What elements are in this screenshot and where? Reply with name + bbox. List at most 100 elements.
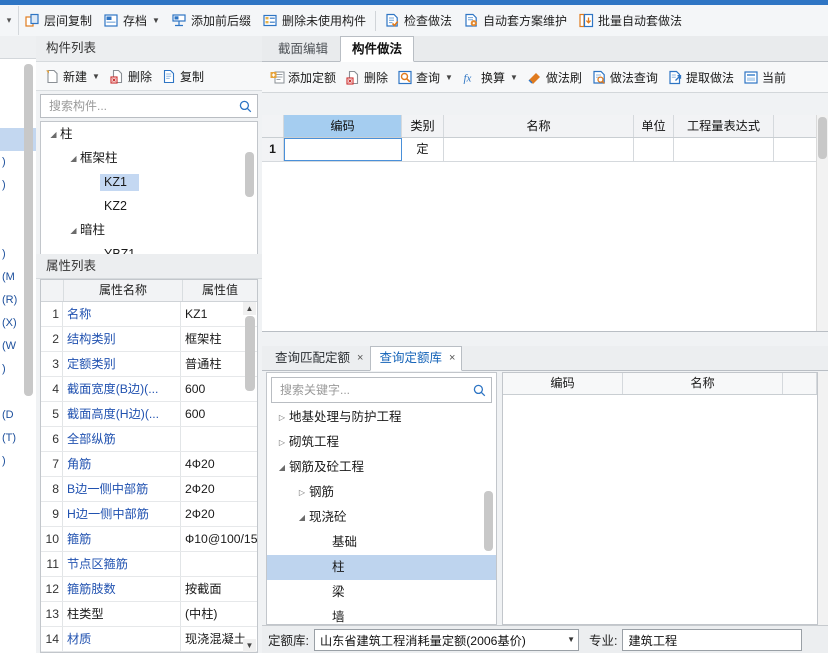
ribbon-button-add-prefix-suffix[interactable]: 添加前后缀 [166, 6, 257, 35]
component-search-input[interactable] [47, 96, 238, 116]
property-row[interactable]: 8 B边一侧中部筋 2Ф20 [41, 477, 257, 502]
tree-node[interactable]: ◢ 框架柱 [41, 146, 257, 170]
ribbon-overflow-caret[interactable]: ▾ [0, 6, 19, 35]
expander-open-icon[interactable]: ◢ [275, 455, 289, 480]
current-component-button[interactable]: 当前 [739, 65, 791, 89]
quota-result-header-name[interactable]: 名称 [623, 373, 783, 394]
method-header-unit[interactable]: 单位 [634, 115, 674, 137]
property-row[interactable]: 1 名称 KZ1 [41, 302, 257, 327]
delete-method-button[interactable]: 删除 [341, 65, 393, 89]
left-clipped-row[interactable]: ) [0, 450, 36, 473]
quota-tree-node-wall[interactable]: 墙 [267, 605, 496, 624]
expander-closed-icon[interactable]: ▷ [275, 405, 289, 430]
property-row[interactable]: 4 截面宽度(B边)(... 600 [41, 377, 257, 402]
add-quota-button[interactable]: 添加定额 [265, 65, 341, 89]
ribbon-button-archive[interactable]: 存档 ▼ [98, 6, 166, 35]
quota-search-input[interactable] [278, 382, 472, 398]
profession-combo[interactable]: 建筑工程 [622, 628, 803, 651]
property-row[interactable]: 11 节点区箍筋 [41, 552, 257, 577]
quota-search-box[interactable] [271, 377, 492, 403]
quota-result-grid[interactable]: 编码 名称 [502, 372, 818, 625]
quota-tree-node[interactable]: ▷ 砌筑工程 [267, 430, 496, 455]
new-component-button[interactable]: 新建 ▼ [40, 64, 105, 88]
property-row-value[interactable]: Ф10@100/150 [181, 527, 257, 551]
tab-query-matched-quota[interactable]: 查询匹配定额 × [266, 346, 370, 370]
method-row-expression-cell[interactable] [674, 138, 774, 161]
expander-closed-icon[interactable]: ▷ [295, 480, 309, 505]
property-row[interactable]: 14 材质 现浇混凝土 [41, 627, 257, 652]
component-tree-scrollbar[interactable] [245, 152, 254, 197]
quota-tree-node[interactable]: ▷ 地基处理与防护工程 [267, 405, 496, 430]
property-row[interactable]: 9 H边一侧中部筋 2Ф20 [41, 502, 257, 527]
copy-component-button[interactable]: 复制 [157, 64, 209, 88]
chevron-down-icon[interactable]: ▼ [510, 73, 518, 82]
property-row-value[interactable]: 按截面 [181, 577, 257, 601]
property-row[interactable]: 7 角筋 4Ф20 [41, 452, 257, 477]
quota-tree-node-beam[interactable]: 梁 [267, 580, 496, 605]
property-row-value[interactable]: (中柱) [181, 602, 257, 626]
tree-node[interactable]: ◢ 柱 [41, 122, 257, 146]
tree-node[interactable]: ◢ 暗柱 [41, 218, 257, 242]
property-row[interactable]: 10 箍筋 Ф10@100/150 [41, 527, 257, 552]
convert-button[interactable]: fx 换算 ▼ [458, 65, 523, 89]
tree-node-kz2[interactable]: KZ2 [41, 194, 257, 218]
component-search-box[interactable] [40, 94, 258, 118]
property-row-value[interactable]: 2Ф20 [181, 477, 257, 501]
expander-closed-icon[interactable]: ▷ [275, 430, 289, 455]
definition-lib-combo[interactable]: 山东省建筑工程消耗量定额(2006基价) ▼ [313, 628, 579, 651]
method-row-unit-cell[interactable] [634, 138, 674, 161]
property-grid[interactable]: 属性名称 属性值 1 名称 KZ1 2 结构类别 框架柱 3 定额类别 普通柱 … [40, 279, 258, 653]
method-row-name-cell[interactable] [444, 138, 634, 161]
tab-query-quota-library[interactable]: 查询定额库 × [370, 346, 463, 371]
quota-tree-node[interactable]: ▷ 钢筋 [267, 480, 496, 505]
extract-method-button[interactable]: 提取做法 [663, 65, 739, 89]
property-row[interactable]: 3 定额类别 普通柱 [41, 352, 257, 377]
ribbon-button-auto-scheme-maintenance[interactable]: 自动套方案维护 [458, 6, 573, 35]
method-grid[interactable]: 编码 类别 名称 单位 工程量表达式 1 定 [262, 115, 828, 332]
property-row-value[interactable] [181, 552, 257, 576]
quota-tree-node[interactable]: ◢ 现浇砼 [267, 505, 496, 530]
quota-tree-node-foundation[interactable]: 基础 [267, 530, 496, 555]
tree-node-kz1[interactable]: KZ1 [41, 170, 257, 194]
query-button[interactable]: 查询 ▼ [393, 65, 458, 89]
method-row-kind-cell[interactable]: 定 [402, 138, 444, 161]
property-row-value[interactable]: 600 [181, 402, 257, 426]
left-clipped-row[interactable]: (D [0, 404, 36, 427]
expander-open-icon[interactable]: ◢ [67, 147, 80, 171]
quota-result-scrollbar[interactable] [818, 372, 828, 625]
close-icon[interactable]: × [357, 347, 363, 370]
chevron-down-icon[interactable]: ▼ [445, 73, 453, 82]
property-row[interactable]: 5 截面高度(H边)(... 600 [41, 402, 257, 427]
property-row[interactable]: 12 箍筋肢数 按截面 [41, 577, 257, 602]
ribbon-button-check-method[interactable]: 检查做法 [379, 6, 458, 35]
property-scrollbar-thumb[interactable] [245, 316, 255, 391]
method-grid-row[interactable]: 1 定 [262, 138, 828, 162]
tab-component-method[interactable]: 构件做法 [340, 36, 415, 62]
quota-category-tree[interactable]: ▷地基处理与防护工程 ▷砌筑工程 ◢钢筋及砼工程 ▷钢筋 ◢现浇砼 基础 [266, 372, 497, 625]
quota-tree-node[interactable]: ◢ 钢筋及砼工程 [267, 455, 496, 480]
quota-result-header-code[interactable]: 编码 [503, 373, 623, 394]
method-row-code-cell[interactable] [284, 138, 402, 161]
method-header-name[interactable]: 名称 [444, 115, 634, 137]
chevron-down-icon[interactable]: ▼ [152, 16, 160, 25]
property-row-value[interactable]: 2Ф20 [181, 502, 257, 526]
close-icon[interactable]: × [449, 347, 455, 370]
quota-tree-scrollbar[interactable] [484, 491, 493, 551]
property-row-value[interactable] [181, 427, 257, 451]
search-icon[interactable] [472, 383, 487, 398]
search-icon[interactable] [238, 99, 253, 114]
chevron-down-icon[interactable]: ▼ [92, 72, 100, 81]
property-row-value[interactable]: 4Ф20 [181, 452, 257, 476]
method-grid-scrollbar-thumb[interactable] [818, 117, 827, 159]
ribbon-button-delete-unused-components[interactable]: 删除未使用构件 [257, 6, 372, 35]
method-brush-button[interactable]: 做法刷 [523, 65, 587, 89]
property-scroll-up-icon[interactable]: ▲ [243, 302, 256, 315]
method-header-kind[interactable]: 类别 [402, 115, 444, 137]
chevron-down-icon[interactable]: ▼ [559, 635, 575, 644]
expander-open-icon[interactable]: ◢ [67, 219, 80, 243]
delete-component-button[interactable]: 删除 [105, 64, 157, 88]
left-clipped-row[interactable]: (T) [0, 427, 36, 450]
left-clipped-scrollbar[interactable] [24, 64, 33, 396]
expander-open-icon[interactable]: ◢ [47, 123, 60, 147]
property-scroll-down-icon[interactable]: ▼ [243, 639, 256, 652]
